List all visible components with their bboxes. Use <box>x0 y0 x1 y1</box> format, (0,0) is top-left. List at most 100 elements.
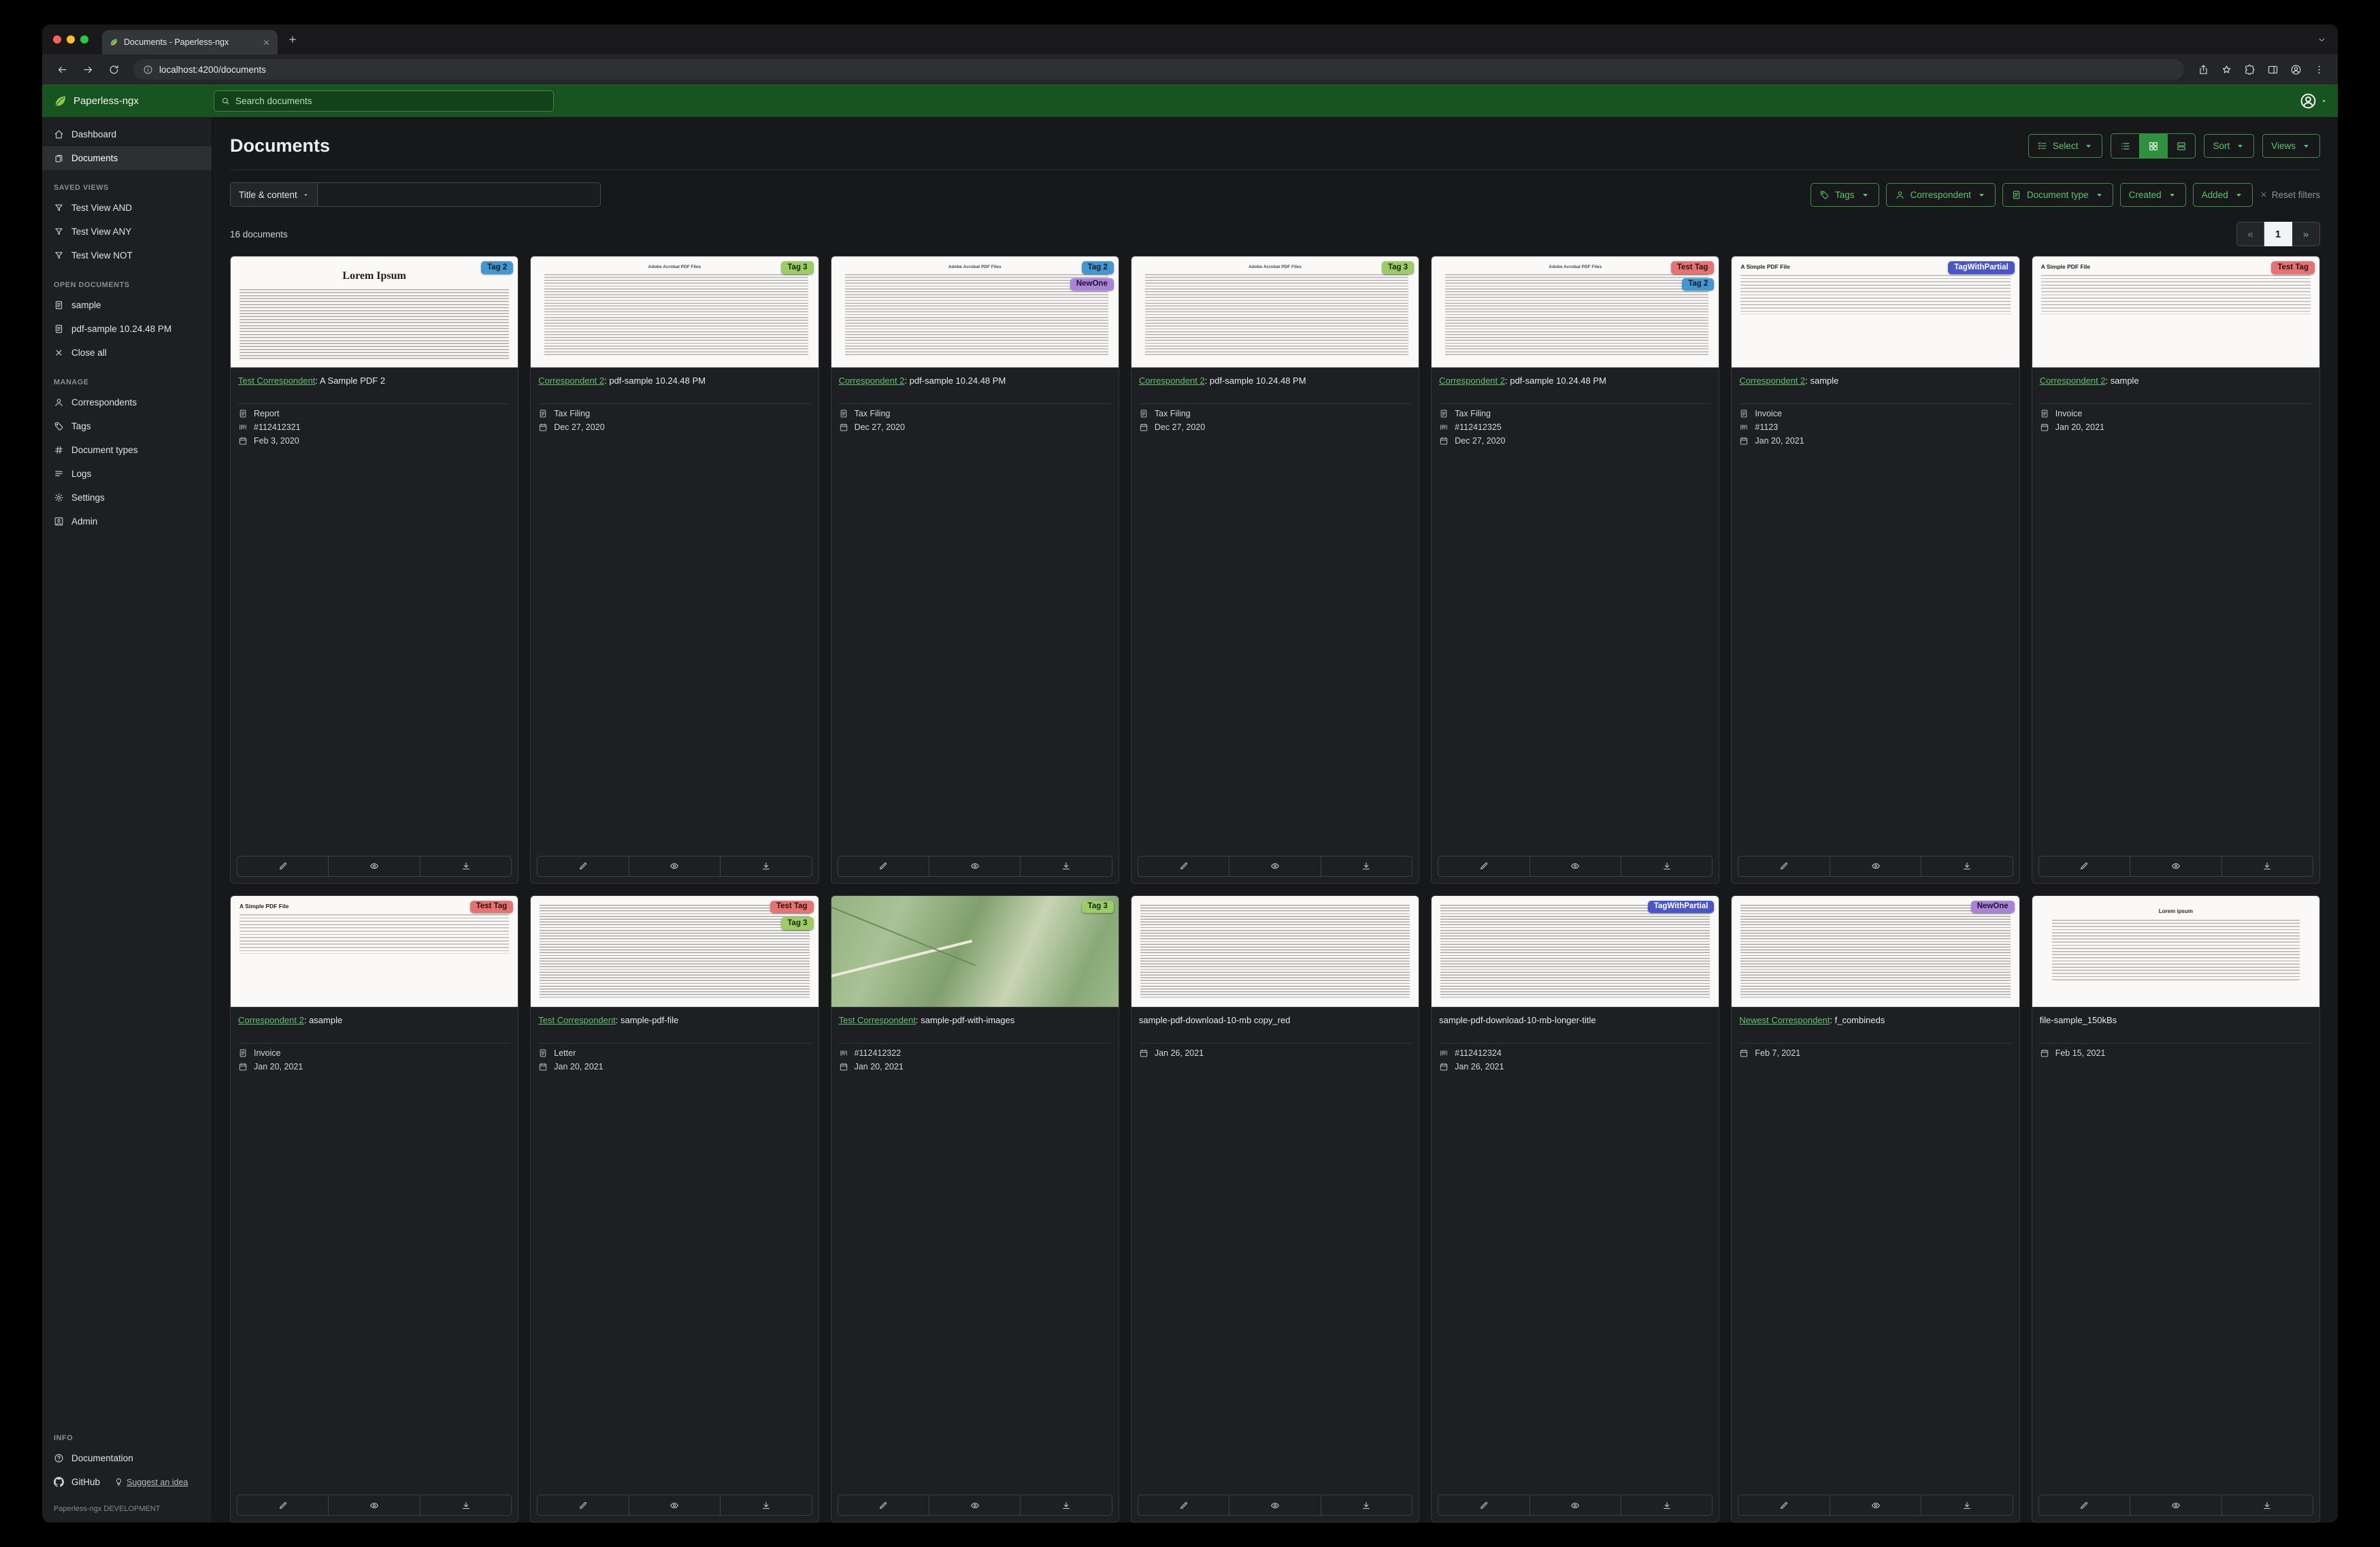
sidebar-item-github[interactable]: GitHub Suggest an idea <box>42 1470 212 1494</box>
filter-query-input[interactable] <box>317 182 601 207</box>
select-button[interactable]: Select <box>2028 134 2103 158</box>
download-button[interactable] <box>419 1495 511 1515</box>
document-card[interactable]: Test Tag Tag 3 Test Correspondent: sample-… <box>530 895 819 1523</box>
tag-badge[interactable]: Tag 2 <box>1081 261 1114 274</box>
view-button[interactable] <box>1529 856 1621 876</box>
sidebar-item-logs[interactable]: Logs <box>42 462 212 486</box>
search-input[interactable] <box>235 95 546 106</box>
document-card[interactable]: A Simple PDF File Test Tag Correspondent 2… <box>2031 256 2320 884</box>
correspondent-filter-button[interactable]: Correspondent <box>1885 182 1996 207</box>
correspondent-link[interactable]: Test Correspondent <box>238 376 315 386</box>
view-button[interactable] <box>328 856 419 876</box>
document-type-filter-button[interactable]: Document type <box>2002 182 2113 207</box>
edit-button[interactable] <box>538 856 628 876</box>
tag-badge[interactable]: Test Tag <box>1670 261 1715 274</box>
side-panel-button[interactable] <box>2262 59 2283 80</box>
document-card[interactable]: Adobe Acrobat PDF Files Tag 3 Corresponden… <box>1130 256 1420 884</box>
sidebar-item-test-view-and[interactable]: Test View AND <box>42 196 212 220</box>
correspondent-link[interactable]: Correspondent 2 <box>238 1015 304 1025</box>
sidebar-item-close-all[interactable]: Close all <box>42 341 212 365</box>
document-thumbnail[interactable]: Adobe Acrobat PDF Files Tag 3 <box>531 256 819 368</box>
edit-button[interactable] <box>1438 1495 1529 1515</box>
document-card[interactable]: sample-pdf-download-10-mb copy_red Jan 26… <box>1130 895 1420 1523</box>
document-card[interactable]: Tag 3 Test Correspondent: sample-pdf-with… <box>830 895 1119 1523</box>
document-thumbnail[interactable]: NewOne <box>1732 895 2019 1008</box>
view-button[interactable] <box>928 856 1020 876</box>
address-bar[interactable]: localhost:4200/documents <box>133 59 2184 80</box>
edit-button[interactable] <box>2039 856 2130 876</box>
browser-tab[interactable]: Documents - Paperless-ngx <box>102 30 278 54</box>
document-thumbnail[interactable]: Lorem ipsum <box>2032 895 2319 1008</box>
correspondent-link[interactable]: Correspondent 2 <box>839 376 905 386</box>
page-1-button[interactable]: 1 <box>2264 222 2292 246</box>
tag-badge[interactable]: Tag 2 <box>481 261 514 274</box>
edit-button[interactable] <box>538 1495 628 1515</box>
document-card[interactable]: Adobe Acrobat PDF Files Tag 3 Corresponden… <box>530 256 819 884</box>
edit-button[interactable] <box>2039 1495 2130 1515</box>
edit-button[interactable] <box>1138 856 1229 876</box>
view-button[interactable] <box>1829 1495 1921 1515</box>
document-card[interactable]: Adobe Acrobat PDF Files Test Tag Tag 2 Corr… <box>1431 256 1720 884</box>
tag-badge[interactable]: Tag 3 <box>1381 261 1415 274</box>
sidebar-item-admin[interactable]: Admin <box>42 510 212 533</box>
sidebar-item-pdf-sample-10-24-48-pm[interactable]: pdf-sample 10.24.48 PM <box>42 317 212 341</box>
sidebar-item-document-types[interactable]: Document types <box>42 438 212 462</box>
profile-button[interactable] <box>2285 59 2307 80</box>
correspondent-link[interactable]: Correspondent 2 <box>1139 376 1205 386</box>
tab-close-icon[interactable] <box>262 38 271 47</box>
view-table-button[interactable] <box>2111 134 2139 158</box>
edit-button[interactable] <box>237 1495 328 1515</box>
sidebar-item-sample[interactable]: sample <box>42 293 212 317</box>
download-button[interactable] <box>1020 1495 1111 1515</box>
document-card[interactable]: Adobe Acrobat PDF Files Tag 2 NewOne Corres… <box>830 256 1119 884</box>
document-thumbnail[interactable]: Test Tag Tag 3 <box>531 895 819 1008</box>
zoom-window-button[interactable] <box>80 35 88 44</box>
reload-button[interactable] <box>102 58 125 81</box>
tag-badge[interactable]: Tag 3 <box>1081 900 1114 913</box>
site-info-icon[interactable] <box>143 65 153 75</box>
sidebar-item-test-view-any[interactable]: Test View ANY <box>42 220 212 244</box>
document-card[interactable]: A Simple PDF File Test Tag Correspondent 2… <box>230 895 519 1523</box>
download-button[interactable] <box>720 856 811 876</box>
document-card[interactable]: A Simple PDF File TagWithPartial Correspon… <box>1731 256 2020 884</box>
sidebar-item-tags[interactable]: Tags <box>42 414 212 438</box>
view-grid-button[interactable] <box>2139 134 2168 158</box>
correspondent-link[interactable]: Correspondent 2 <box>2040 376 2106 386</box>
view-detail-button[interactable] <box>2167 134 2195 158</box>
extensions-button[interactable] <box>2238 59 2260 80</box>
download-button[interactable] <box>1620 1495 1712 1515</box>
tag-badge[interactable]: Tag 3 <box>781 261 814 274</box>
sidebar-item-documentation[interactable]: Documentation <box>42 1446 212 1470</box>
edit-button[interactable] <box>838 1495 929 1515</box>
views-button[interactable]: Views <box>2262 134 2320 158</box>
document-card[interactable]: NewOne Newest Correspondent: f_combineds F… <box>1731 895 2020 1523</box>
correspondent-link[interactable]: Test Correspondent <box>839 1015 916 1025</box>
tag-badge[interactable]: Test Tag <box>2271 261 2315 274</box>
tag-badge[interactable]: Tag 3 <box>781 917 814 930</box>
created-filter-button[interactable]: Created <box>2119 182 2186 207</box>
download-button[interactable] <box>2221 856 2313 876</box>
document-thumbnail[interactable]: TagWithPartial <box>1432 895 1719 1008</box>
app-logo[interactable]: Paperless-ngx <box>53 94 214 108</box>
tags-filter-button[interactable]: Tags <box>1811 182 1879 207</box>
tag-badge[interactable]: Tag 2 <box>1682 278 1715 290</box>
download-button[interactable] <box>1620 856 1712 876</box>
view-button[interactable] <box>1229 856 1320 876</box>
close-window-button[interactable] <box>53 35 61 44</box>
download-button[interactable] <box>1320 856 1412 876</box>
download-button[interactable] <box>720 1495 811 1515</box>
tag-badge[interactable]: Test Tag <box>770 900 814 913</box>
download-button[interactable] <box>1921 1495 2012 1515</box>
view-button[interactable] <box>2130 856 2221 876</box>
document-thumbnail[interactable]: Adobe Acrobat PDF Files Tag 2 NewOne <box>831 256 1119 368</box>
sort-button[interactable]: Sort <box>2204 134 2255 158</box>
edit-button[interactable] <box>1138 1495 1229 1515</box>
view-button[interactable] <box>328 1495 419 1515</box>
document-thumbnail[interactable]: Tag 3 <box>831 895 1119 1008</box>
correspondent-link[interactable]: Test Correspondent <box>538 1015 615 1025</box>
view-button[interactable] <box>1829 856 1921 876</box>
document-thumbnail[interactable]: Lorem Ipsum Tag 2 <box>231 256 518 368</box>
document-card[interactable]: TagWithPartial sample-pdf-download-10-mb-… <box>1431 895 1720 1523</box>
download-button[interactable] <box>1320 1495 1412 1515</box>
document-thumbnail[interactable]: A Simple PDF File Test Tag <box>2032 256 2319 368</box>
